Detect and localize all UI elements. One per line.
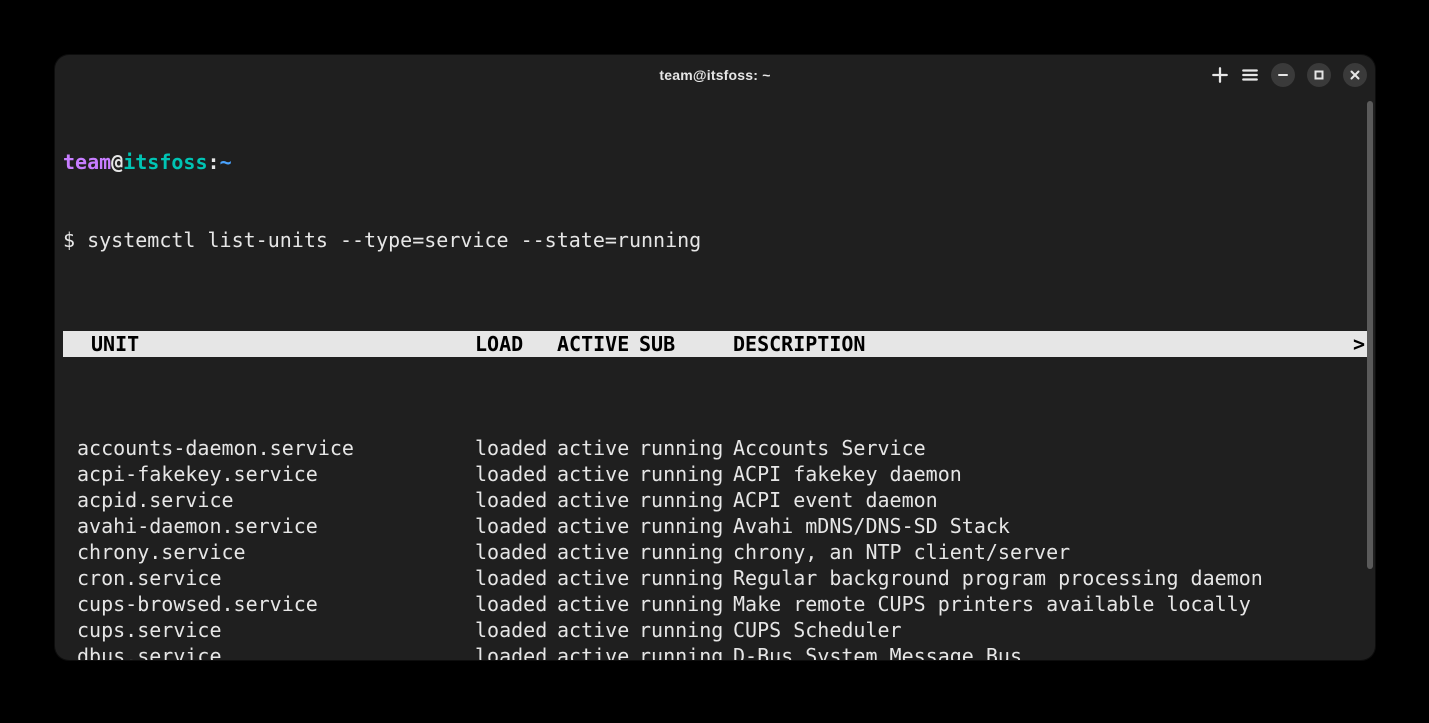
scrollbar[interactable] [1367, 101, 1373, 652]
table-row: accounts-daemon.serviceloadedactiverunni… [63, 435, 1367, 461]
cell-description: CUPS Scheduler [733, 617, 1367, 643]
cell-load: loaded [475, 435, 557, 461]
header-sub: SUB [639, 331, 733, 357]
prompt-path: ~ [220, 150, 232, 174]
cell-active: active [557, 435, 639, 461]
cell-active: active [557, 513, 639, 539]
window-title: team@itsfoss: ~ [659, 67, 770, 83]
cell-active: active [557, 487, 639, 513]
cell-sub: running [639, 591, 733, 617]
table-row: dbus.serviceloadedactiverunningD-Bus Sys… [63, 643, 1367, 660]
cell-load: loaded [475, 513, 557, 539]
terminal-content[interactable]: team@itsfoss:~ $ systemctl list-units --… [55, 95, 1375, 660]
cell-unit: avahi-daemon.service [77, 513, 475, 539]
cell-unit: dbus.service [77, 643, 475, 660]
new-tab-button[interactable] [1211, 66, 1229, 84]
cell-active: active [557, 591, 639, 617]
cell-unit: acpid.service [77, 487, 475, 513]
prompt-symbol: $ [63, 228, 87, 252]
cell-sub: running [639, 487, 733, 513]
prompt-host: itsfoss [123, 150, 207, 174]
scrollbar-thumb[interactable] [1367, 101, 1373, 569]
table-row: acpid.serviceloadedactiverunningACPI eve… [63, 487, 1367, 513]
cell-active: active [557, 617, 639, 643]
cell-load: loaded [475, 643, 557, 660]
cell-load: loaded [475, 539, 557, 565]
cell-active: active [557, 565, 639, 591]
cell-sub: running [639, 513, 733, 539]
table-row: acpi-fakekey.serviceloadedactiverunningA… [63, 461, 1367, 487]
menu-button[interactable] [1241, 66, 1259, 84]
terminal-window: team@itsfoss: ~ team@itsfoss:~ $ systemc… [55, 55, 1375, 660]
table-row: cups-browsed.serviceloadedactiverunningM… [63, 591, 1367, 617]
cell-unit: accounts-daemon.service [77, 435, 475, 461]
cell-description: Accounts Service [733, 435, 1367, 461]
cell-description: Make remote CUPS printers available loca… [733, 591, 1367, 617]
header-load: LOAD [475, 331, 557, 357]
cell-description: Avahi mDNS/DNS-SD Stack [733, 513, 1367, 539]
cell-unit: cups.service [77, 617, 475, 643]
prompt-colon: : [208, 150, 220, 174]
cell-load: loaded [475, 461, 557, 487]
cell-description: chrony, an NTP client/server [733, 539, 1367, 565]
command-text: systemctl list-units --type=service --st… [87, 228, 701, 252]
header-indent [63, 331, 77, 357]
table-header: UNIT LOAD ACTIVE SUB DESCRIPTION > [63, 331, 1367, 357]
header-description: DESCRIPTION [733, 331, 1353, 357]
cell-unit: acpi-fakekey.service [77, 461, 475, 487]
cell-load: loaded [475, 487, 557, 513]
header-unit: UNIT [77, 331, 475, 357]
cell-sub: running [639, 461, 733, 487]
close-button[interactable] [1343, 63, 1367, 87]
command-line: $ systemctl list-units --type=service --… [63, 227, 1367, 253]
cell-description: D-Bus System Message Bus [733, 643, 1367, 660]
cell-load: loaded [475, 591, 557, 617]
cell-sub: running [639, 617, 733, 643]
cell-load: loaded [475, 565, 557, 591]
cell-load: loaded [475, 617, 557, 643]
cell-active: active [557, 461, 639, 487]
table-row: avahi-daemon.serviceloadedactiverunningA… [63, 513, 1367, 539]
cell-description: ACPI fakekey daemon [733, 461, 1367, 487]
cell-description: Regular background program processing da… [733, 565, 1367, 591]
minimize-button[interactable] [1271, 63, 1295, 87]
cell-active: active [557, 643, 639, 660]
cell-unit: cron.service [77, 565, 475, 591]
window-controls [1211, 63, 1367, 87]
cell-sub: running [639, 565, 733, 591]
header-overflow-indicator: > [1353, 331, 1367, 357]
cell-sub: running [639, 539, 733, 565]
service-rows: accounts-daemon.serviceloadedactiverunni… [63, 435, 1367, 660]
cell-unit: chrony.service [77, 539, 475, 565]
header-active: ACTIVE [557, 331, 639, 357]
titlebar: team@itsfoss: ~ [55, 55, 1375, 95]
cell-sub: running [639, 643, 733, 660]
table-row: chrony.serviceloadedactiverunningchrony,… [63, 539, 1367, 565]
cell-active: active [557, 539, 639, 565]
cell-sub: running [639, 435, 733, 461]
cell-description: ACPI event daemon [733, 487, 1367, 513]
maximize-button[interactable] [1307, 63, 1331, 87]
prompt-line: team@itsfoss:~ [63, 149, 1367, 175]
prompt-user: team [63, 150, 111, 174]
table-row: cups.serviceloadedactiverunningCUPS Sche… [63, 617, 1367, 643]
table-row: cron.serviceloadedactiverunningRegular b… [63, 565, 1367, 591]
cell-unit: cups-browsed.service [77, 591, 475, 617]
prompt-at: @ [111, 150, 123, 174]
